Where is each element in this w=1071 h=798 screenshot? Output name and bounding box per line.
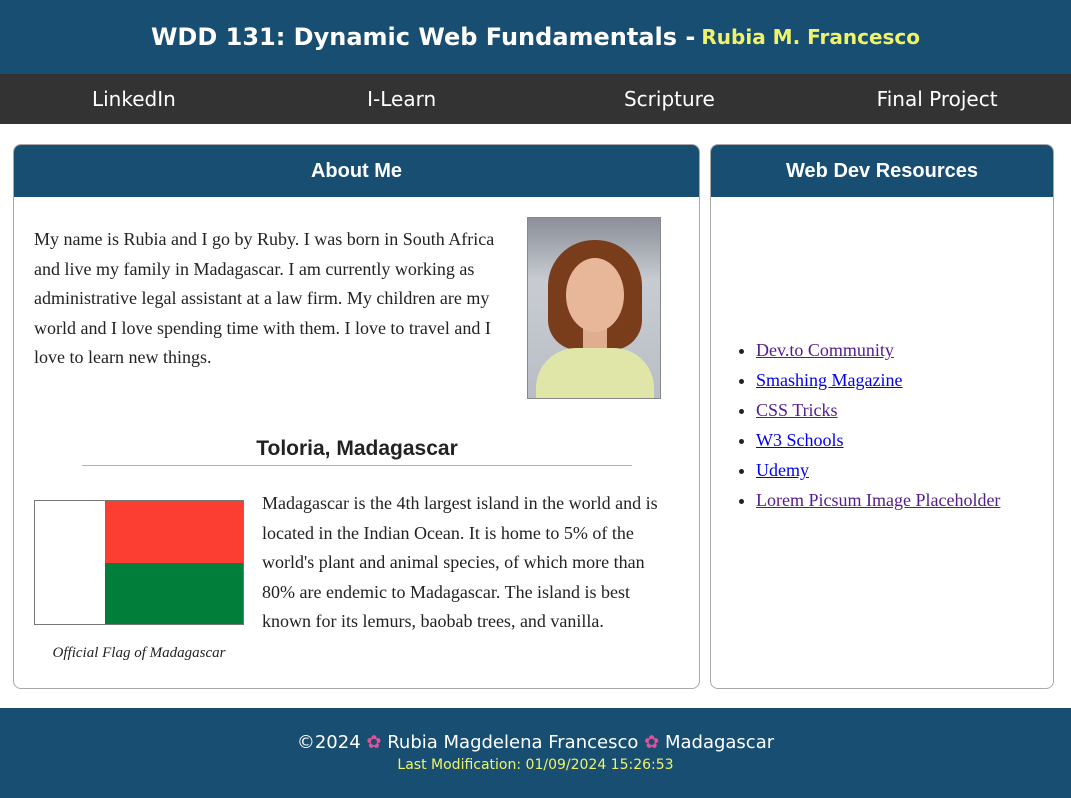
- footer-name: Rubia Magdelena Francesco: [387, 732, 639, 753]
- site-header: WDD 131: Dynamic Web Fundamentals - Rubi…: [0, 0, 1071, 74]
- resources-title: Web Dev Resources: [711, 145, 1053, 197]
- flag-green-band: [105, 562, 243, 624]
- list-item: Smashing Magazine: [756, 365, 1000, 395]
- link-smashing[interactable]: Smashing Magazine: [756, 370, 902, 390]
- nav-scripture[interactable]: Scripture: [536, 74, 804, 124]
- course-title: WDD 131: Dynamic Web Fundamentals -: [150, 23, 696, 51]
- nav-final-project[interactable]: Final Project: [803, 74, 1071, 124]
- site-footer: ©2024 ✿ Rubia Magdelena Francesco ✿ Mada…: [0, 708, 1071, 798]
- list-item: CSS Tricks: [756, 395, 1000, 425]
- footer-line: ©2024 ✿ Rubia Magdelena Francesco ✿ Mada…: [0, 732, 1071, 753]
- profile-photo: [527, 217, 661, 399]
- resources-card: Web Dev Resources Dev.to Community Smash…: [710, 144, 1054, 689]
- list-item: Lorem Picsum Image Placeholder: [756, 485, 1000, 515]
- main-nav: LinkedIn I-Learn Scripture Final Project: [0, 74, 1071, 124]
- author-name: Rubia M. Francesco: [701, 25, 921, 49]
- flag-red-band: [105, 501, 243, 563]
- last-modified: Last Modification: 01/09/2024 15:26:53: [397, 757, 674, 773]
- hibiscus-icon: ✿: [366, 732, 382, 753]
- footer-country: Madagascar: [664, 732, 775, 753]
- main-content: About Me My name is Rubia and I go by Ru…: [0, 124, 1071, 708]
- hibiscus-icon: ✿: [644, 732, 660, 753]
- list-item: Dev.to Community: [756, 335, 1000, 365]
- flag-white-band: [35, 501, 105, 624]
- place-title: Toloria, Madagascar: [82, 437, 632, 466]
- flag-caption: Official Flag of Madagascar: [52, 645, 226, 661]
- place-text: Madagascar is the 4th largest island in …: [262, 493, 658, 631]
- nav-linkedin[interactable]: LinkedIn: [0, 74, 268, 124]
- about-card: About Me My name is Rubia and I go by Ru…: [13, 144, 700, 689]
- copyright: ©2024: [296, 732, 361, 753]
- nav-ilearn[interactable]: I-Learn: [268, 74, 536, 124]
- about-title: About Me: [14, 145, 699, 197]
- link-w3schools[interactable]: W3 Schools: [756, 430, 844, 450]
- link-lorem-picsum[interactable]: Lorem Picsum Image Placeholder: [756, 490, 1000, 510]
- about-text: My name is Rubia and I go by Ruby. I was…: [34, 229, 495, 367]
- madagascar-flag: [34, 500, 244, 625]
- list-item: Udemy: [756, 455, 1000, 485]
- link-udemy[interactable]: Udemy: [756, 460, 809, 480]
- link-css-tricks[interactable]: CSS Tricks: [756, 400, 838, 420]
- link-devto[interactable]: Dev.to Community: [756, 340, 894, 360]
- resources-list: Dev.to Community Smashing Magazine CSS T…: [756, 335, 1000, 515]
- list-item: W3 Schools: [756, 425, 1000, 455]
